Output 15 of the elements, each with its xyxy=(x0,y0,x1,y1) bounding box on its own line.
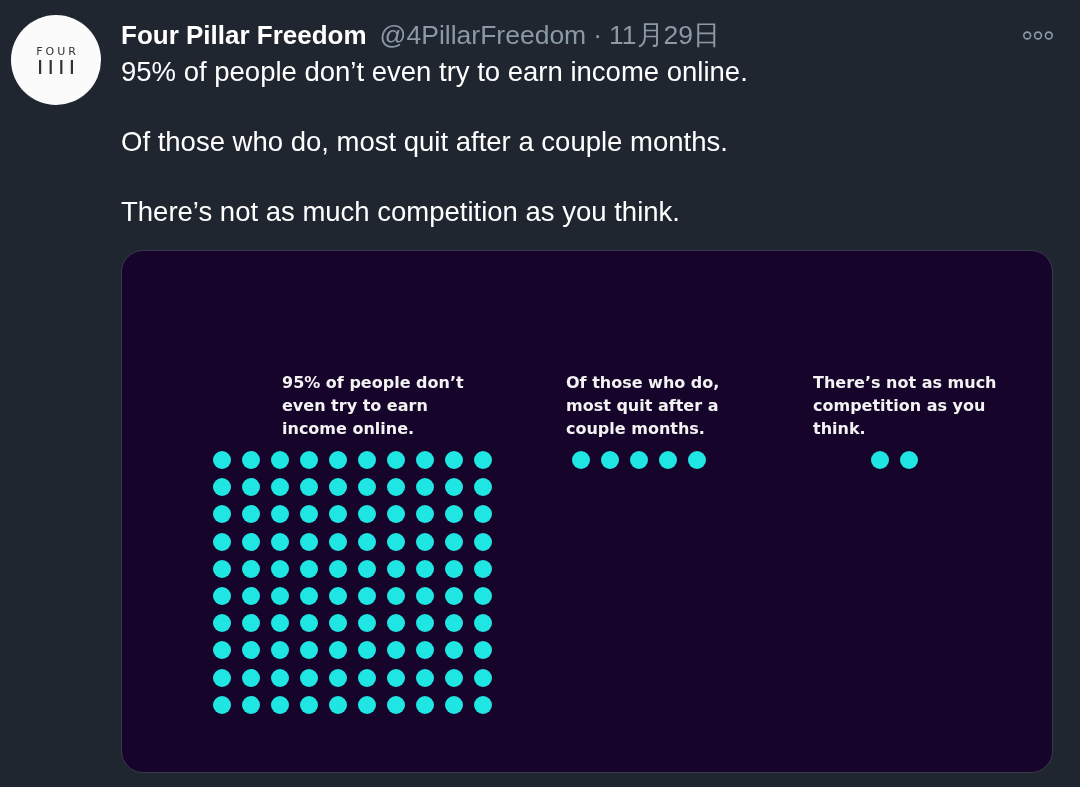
media-image[interactable]: 95% of people don’t even try to earn income online. Of those who do, most quit after a couple months. There’s not as much competition as you think. xyxy=(121,250,1053,773)
post-date[interactable]: 11月29日 xyxy=(609,17,721,53)
caption-text: 95% of people don’t even try to earn income online. xyxy=(282,372,465,440)
avatar[interactable]: FOUR xyxy=(11,15,101,105)
more-icon[interactable] xyxy=(1023,30,1053,40)
bars-icon xyxy=(39,59,73,74)
author-handle[interactable]: @4PillarFreedom xyxy=(379,19,587,51)
separator: · xyxy=(593,19,603,51)
caption-text: There’s not as much competition as you think. xyxy=(813,372,998,440)
tweet-text: 95% of people don’t even try to earn income online. xyxy=(121,55,749,89)
caption-text: Of those who do, most quit after a couple months. xyxy=(566,372,721,440)
tweet-text: There’s not as much competition as you think. xyxy=(121,195,681,229)
tweet-text: Of those who do, most quit after a couple months. xyxy=(121,125,729,159)
author-name[interactable]: Four Pillar Freedom xyxy=(121,19,367,51)
logo-text: FOUR xyxy=(35,45,79,57)
